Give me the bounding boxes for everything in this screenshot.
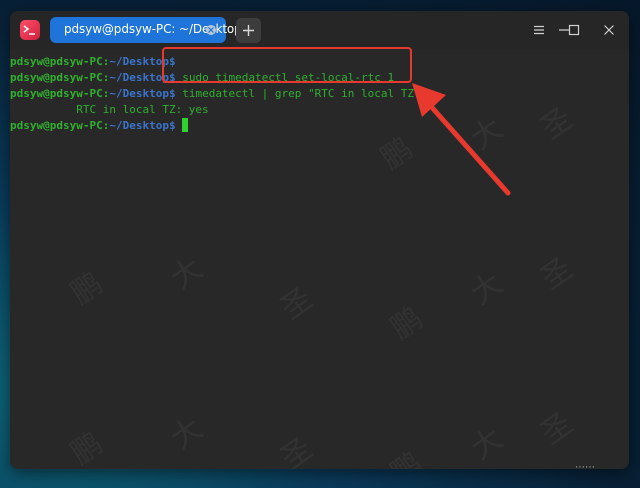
watermark-char: 大 (464, 420, 510, 467)
prompt-path: ~/Desktop (109, 87, 169, 100)
watermark-char: 圣 (534, 405, 580, 452)
prompt-symbol: $ (168, 119, 176, 132)
tab-close-icon[interactable] (206, 25, 216, 35)
prompt-path: ~/Desktop (109, 71, 169, 84)
watermark-char: 大 (464, 265, 510, 312)
plus-icon (243, 25, 254, 36)
prompt-user: pdsyw@pdsyw-PC (10, 119, 103, 132)
maximize-icon[interactable] (565, 21, 583, 39)
watermark-char: 圣 (274, 280, 320, 327)
corner-watermark: ⋯⋯ (575, 462, 595, 473)
terminal-line: pdsyw@pdsyw-PC:~/Desktop$ (10, 118, 189, 134)
text-cursor (182, 118, 189, 132)
terminal-app-icon (20, 20, 40, 40)
annotation-arrow-icon (412, 83, 511, 196)
prompt-user: pdsyw@pdsyw-PC (10, 87, 103, 100)
desktop-background: pdsyw@pdsyw-PC: ~/Desktop 鹏 大 圣 鹏 大 圣 鹏 … (0, 0, 640, 488)
watermark-char: 鹏 (64, 265, 110, 312)
tab-terminal-session[interactable]: pdsyw@pdsyw-PC: ~/Desktop (50, 17, 242, 43)
command-output: RTC in local TZ: yes (10, 103, 209, 116)
title-bar[interactable]: pdsyw@pdsyw-PC: ~/Desktop (10, 11, 629, 49)
watermark-char: 大 (164, 410, 210, 457)
watermark-char: 圣 (534, 250, 580, 297)
watermark-char: 圣 (274, 430, 320, 469)
command-text: timedatectl | grep "RTC in local TZ" (175, 87, 421, 100)
watermark-char: 鹏 (64, 425, 110, 469)
annotation-highlight-box (162, 47, 412, 83)
terminal-line: pdsyw@pdsyw-PC:~/Desktop$ timedatectl | … (10, 86, 421, 102)
watermark-char: 鹏 (384, 445, 430, 469)
close-window-icon[interactable] (600, 21, 618, 39)
menu-icon[interactable] (530, 21, 548, 39)
prompt-path: ~/Desktop (109, 119, 169, 132)
watermark-char: 圣 (534, 100, 580, 147)
terminal-output-area[interactable]: 鹏 大 圣 鹏 大 圣 鹏 大 圣 鹏 大 圣 鹏 大 圣 pdsyw@pdsy… (10, 49, 629, 469)
prompt-symbol: $ (168, 87, 176, 100)
terminal-line: RTC in local TZ: yes (10, 102, 209, 118)
watermark-char: 大 (164, 250, 210, 297)
new-tab-button[interactable] (236, 18, 261, 43)
prompt-path: ~/Desktop (109, 55, 169, 68)
prompt-user: pdsyw@pdsyw-PC (10, 55, 103, 68)
command-text (176, 119, 183, 132)
terminal-line: pdsyw@pdsyw-PC:~/Desktop$ (10, 54, 176, 70)
prompt-user: pdsyw@pdsyw-PC (10, 71, 103, 84)
watermark-char: 鹏 (384, 300, 430, 347)
